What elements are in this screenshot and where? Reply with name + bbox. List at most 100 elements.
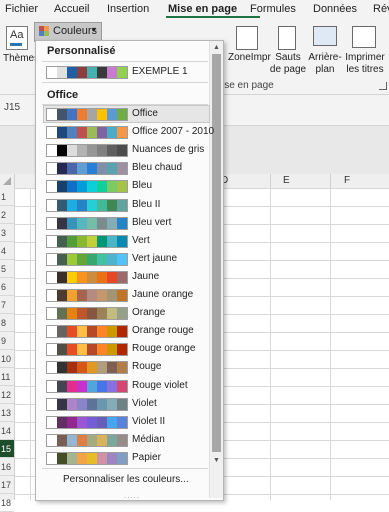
- tab-donnees[interactable]: Données: [313, 3, 357, 15]
- resize-grip-icon[interactable]: .....: [124, 491, 140, 500]
- color-scheme-name: Orange rouge: [132, 325, 194, 337]
- row-header[interactable]: 7: [0, 296, 14, 314]
- color-scheme-item[interactable]: Papier: [44, 450, 209, 466]
- print-titles-icon[interactable]: [352, 26, 376, 48]
- page-breaks-label[interactable]: Sauts de page: [269, 52, 307, 76]
- color-scheme-name: Rouge orange: [132, 343, 196, 355]
- color-scheme-item[interactable]: Violet: [44, 396, 209, 412]
- palette-icon: [39, 26, 49, 36]
- color-scheme-item[interactable]: Office 2007 - 2010: [44, 124, 214, 140]
- color-scheme-name: Papier: [132, 451, 161, 463]
- tab-accueil[interactable]: Accueil: [54, 3, 89, 15]
- row-header[interactable]: 8: [0, 314, 14, 332]
- chevron-down-icon: ▾: [92, 25, 97, 34]
- color-scheme-name: Nuances de gris: [132, 144, 205, 156]
- color-scheme-name: Bleu chaud: [132, 162, 183, 174]
- themes-icon[interactable]: Aa: [6, 26, 28, 50]
- row-header[interactable]: 5: [0, 260, 14, 278]
- color-scheme-name: Vert jaune: [132, 252, 178, 264]
- color-scheme-item[interactable]: EXEMPLE 1: [44, 64, 209, 80]
- color-scheme-item[interactable]: Jaune orange: [44, 287, 209, 303]
- customize-colors-link[interactable]: Personnaliser les couleurs...: [63, 474, 189, 485]
- row-header[interactable]: 10: [0, 350, 14, 368]
- color-scheme-item[interactable]: Violet II: [44, 414, 209, 430]
- tab-revision[interactable]: Rév: [373, 3, 389, 15]
- office-section-title: Office: [47, 89, 79, 101]
- color-scheme-item[interactable]: Orange: [44, 305, 209, 321]
- column-header-f[interactable]: F: [344, 175, 350, 186]
- row-header[interactable]: 16: [0, 458, 14, 476]
- color-scheme-name: Jaune orange: [132, 289, 194, 300]
- color-swatch-strip: [46, 361, 128, 375]
- section-divider: [42, 104, 208, 105]
- column-header-e[interactable]: E: [283, 175, 290, 186]
- color-scheme-name: Office 2007 - 2010: [132, 126, 215, 138]
- color-swatch-strip: [46, 180, 128, 194]
- color-swatch-strip: [46, 343, 128, 357]
- row-header[interactable]: 17: [0, 476, 14, 494]
- color-scheme-name: Violet II: [132, 415, 166, 427]
- color-scheme-name: Bleu II: [132, 198, 161, 210]
- print-area-icon[interactable]: [236, 26, 258, 50]
- tab-fichier[interactable]: Fichier: [5, 3, 38, 15]
- color-scheme-item[interactable]: Nuances de gris: [44, 142, 209, 158]
- color-scheme-item[interactable]: Bleu: [44, 178, 209, 194]
- scrollbar-thumb[interactable]: [212, 54, 221, 452]
- dropdown-scrollbar[interactable]: ▲ ▼: [209, 41, 223, 498]
- row-header[interactable]: 9: [0, 332, 14, 350]
- color-scheme-item[interactable]: Office: [43, 105, 210, 123]
- color-scheme-item[interactable]: Vert: [44, 233, 209, 249]
- row-header[interactable]: 14: [0, 422, 14, 440]
- row-header[interactable]: 6: [0, 278, 14, 296]
- color-swatch-strip: [46, 216, 128, 230]
- background-label[interactable]: Arrière-plan: [306, 52, 344, 76]
- row-header[interactable]: 4: [0, 242, 14, 260]
- row-header[interactable]: 18: [0, 494, 14, 512]
- themes-button-label[interactable]: Thèmes: [3, 53, 39, 65]
- select-all-corner-icon[interactable]: [3, 177, 11, 185]
- color-scheme-item[interactable]: Bleu vert: [44, 215, 209, 231]
- print-titles-label[interactable]: Imprimer les titres: [343, 52, 387, 76]
- print-area-label[interactable]: ZoneImpr: [228, 52, 271, 64]
- colors-button-label: Couleurs: [53, 25, 98, 37]
- color-scheme-item[interactable]: Bleu II: [44, 197, 209, 213]
- row-header[interactable]: 3: [0, 224, 14, 242]
- row-header[interactable]: 12: [0, 386, 14, 404]
- color-scheme-item[interactable]: Bleu chaud: [44, 160, 209, 176]
- name-box[interactable]: J15: [4, 102, 20, 113]
- footer-divider: [42, 468, 208, 469]
- color-scheme-name: Office: [132, 108, 158, 119]
- colors-button[interactable]: Couleurs ▾: [34, 22, 102, 42]
- color-swatch-strip: [46, 234, 128, 248]
- tab-mise-en-page[interactable]: Mise en page: [168, 3, 237, 15]
- row-header[interactable]: 1: [0, 188, 14, 206]
- scroll-down-icon[interactable]: ▼: [212, 456, 221, 465]
- color-scheme-name: Médian: [132, 433, 165, 445]
- background-image-icon[interactable]: [313, 26, 337, 46]
- color-swatch-strip: [46, 252, 128, 266]
- color-swatch-strip: [46, 108, 128, 121]
- color-scheme-name: Bleu: [132, 180, 153, 192]
- color-scheme-name: Orange: [132, 307, 166, 319]
- row-header[interactable]: 13: [0, 404, 14, 422]
- color-scheme-item[interactable]: Rouge: [44, 359, 209, 375]
- row-header[interactable]: 2: [0, 206, 14, 224]
- scroll-up-icon[interactable]: ▲: [212, 43, 221, 52]
- color-swatch-strip: [46, 289, 128, 302]
- color-scheme-name: Violet: [132, 397, 157, 409]
- color-scheme-name: Vert: [132, 234, 150, 246]
- tab-insertion[interactable]: Insertion: [107, 3, 149, 15]
- color-scheme-item[interactable]: Rouge violet: [44, 378, 209, 394]
- color-scheme-item[interactable]: Rouge orange: [44, 341, 209, 357]
- row-header[interactable]: 11: [0, 368, 14, 386]
- color-scheme-item[interactable]: Orange rouge: [44, 323, 209, 339]
- color-scheme-item[interactable]: Médian: [44, 432, 209, 448]
- color-scheme-item[interactable]: Vert jaune: [44, 251, 209, 267]
- color-swatch-strip: [46, 198, 128, 212]
- tab-formules[interactable]: Formules: [250, 3, 296, 15]
- page-breaks-icon[interactable]: [278, 26, 296, 50]
- color-swatch-strip: [46, 433, 128, 447]
- color-scheme-item[interactable]: Jaune: [44, 269, 209, 285]
- dialog-launcher-icon[interactable]: [379, 82, 387, 90]
- row-header[interactable]: 15: [0, 440, 14, 458]
